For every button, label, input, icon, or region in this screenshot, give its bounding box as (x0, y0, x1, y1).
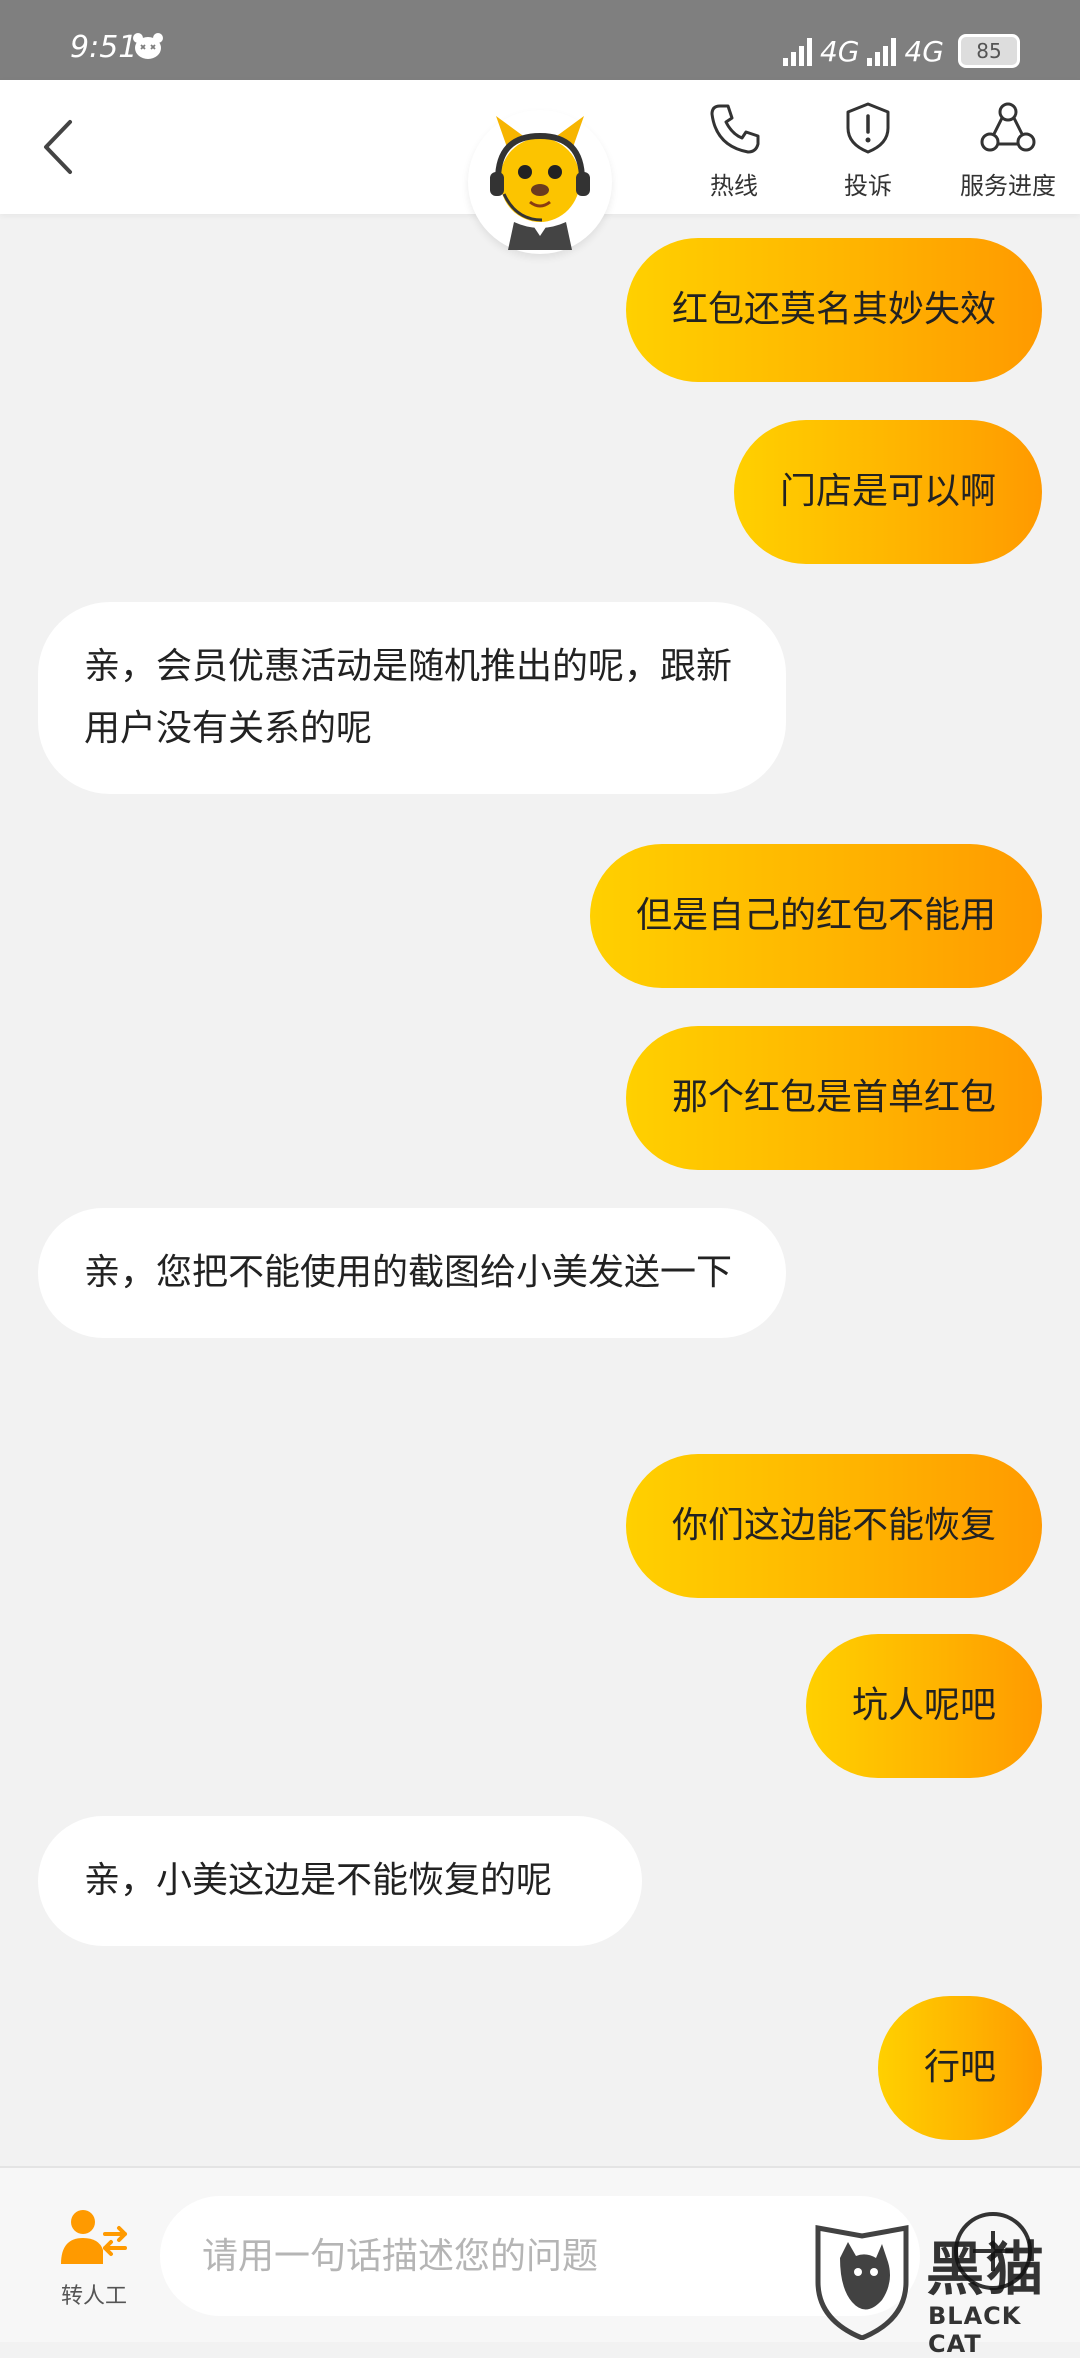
status-bar: 9:51 4G 4G 85 (0, 0, 1080, 80)
complaint-button[interactable]: 投诉 (798, 100, 938, 201)
message-text: 但是自己的红包不能用 (635, 895, 996, 936)
message-text: 红包还莫名其妙失效 (671, 289, 996, 330)
kangaroo-mascot-icon (490, 116, 590, 250)
status-indicators: 4G 4G 85 (782, 34, 1020, 68)
hotline-button[interactable]: 热线 (664, 100, 804, 201)
transfer-to-human-button[interactable]: 转人工 (44, 2208, 144, 2310)
message-text: 坑人呢吧 (851, 1685, 996, 1726)
service-progress-button[interactable]: 服务进度 (938, 100, 1078, 201)
status-time: 9:51 (70, 30, 138, 65)
message-text: 亲，会员优惠活动是随机推出的呢，跟新用户没有关系的呢 (84, 646, 733, 749)
message-input[interactable] (160, 2196, 920, 2316)
black-cat-watermark: 黑猫 BLACK CAT (810, 2222, 1080, 2358)
message-text: 亲，您把不能使用的截图给小美发送一下 (84, 1252, 733, 1293)
incoming-message-bubble[interactable]: 亲，小美这边是不能恢复的呢 (38, 1816, 642, 1946)
signal-icon (867, 36, 897, 66)
message-text: 你们这边能不能恢复 (671, 1505, 996, 1546)
battery-indicator: 85 (958, 34, 1020, 68)
outgoing-message-bubble[interactable]: 那个红包是首单红包 (625, 1026, 1042, 1170)
chat-message-list[interactable]: 红包还莫名其妙失效 门店是可以啊 亲，会员优惠活动是随机推出的呢，跟新用户没有关… (0, 214, 1080, 2164)
hotline-label: 热线 (710, 172, 758, 200)
outgoing-message-bubble[interactable]: 坑人呢吧 (805, 1634, 1042, 1778)
network-label: 4G (904, 34, 944, 68)
cat-shield-logo (815, 2225, 909, 2341)
network-label: 4G (819, 34, 860, 68)
message-text: 亲，小美这边是不能恢复的呢 (84, 1860, 553, 1901)
message-text: 门店是可以啊 (779, 471, 996, 512)
signal-icon (782, 36, 812, 66)
message-text: 行吧 (923, 2047, 996, 2088)
progress-nodes-icon (980, 102, 1036, 152)
transfer-to-human-label: 转人工 (60, 2284, 127, 2309)
incoming-message-bubble[interactable]: 亲，您把不能使用的截图给小美发送一下 (38, 1208, 786, 1338)
complaint-label: 投诉 (844, 172, 892, 200)
outgoing-message-bubble[interactable]: 红包还莫名其妙失效 (625, 238, 1042, 382)
person-transfer-icon (61, 2210, 127, 2264)
incoming-message-bubble[interactable]: 亲，会员优惠活动是随机推出的呢，跟新用户没有关系的呢 (38, 602, 786, 794)
message-text: 那个红包是首单红包 (671, 1077, 996, 1118)
back-arrow-icon[interactable] (30, 112, 90, 182)
outgoing-message-bubble[interactable]: 但是自己的红包不能用 (589, 844, 1042, 988)
watermark-text-en: BLACK CAT (928, 2302, 1022, 2358)
shield-icon (846, 102, 890, 154)
outgoing-message-bubble[interactable]: 门店是可以啊 (733, 420, 1042, 564)
phone-icon (710, 104, 760, 154)
service-progress-label: 服务进度 (960, 172, 1056, 200)
outgoing-message-bubble[interactable]: 你们这边能不能恢复 (625, 1454, 1042, 1598)
assistant-avatar (468, 110, 612, 254)
outgoing-message-bubble[interactable]: 行吧 (877, 1996, 1042, 2140)
watermark-text-cn: 黑猫 (926, 2235, 1047, 2303)
bear-icon (133, 33, 163, 59)
